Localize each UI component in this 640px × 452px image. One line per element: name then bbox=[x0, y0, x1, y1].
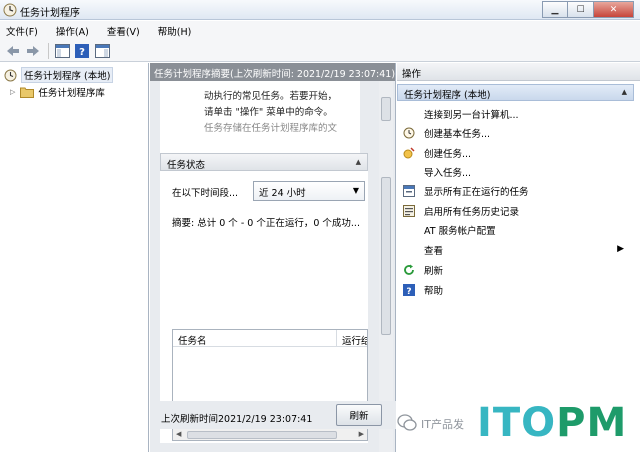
action-label: 显示所有正在运行的任务 bbox=[424, 187, 529, 198]
expand-arrow-icon[interactable]: ▷ bbox=[10, 88, 15, 96]
submenu-arrow-icon: ▶ bbox=[617, 244, 624, 254]
collapse-icon[interactable]: ▲ bbox=[356, 158, 361, 166]
create-task-icon bbox=[403, 147, 415, 159]
window-controls: ▁ ☐ ✕ bbox=[542, 1, 634, 18]
toolbar: ? bbox=[0, 40, 640, 62]
action-label: 启用所有任务历史记录 bbox=[424, 207, 520, 218]
menu-action[interactable]: 操作(A) bbox=[54, 22, 91, 40]
column-header-result[interactable]: 运行结 bbox=[337, 330, 367, 347]
actions-pane: 操作 任务计划程序 (本地) ▲ 连接到另一台计算机... 创建基本任务... … bbox=[397, 63, 640, 452]
summary-description: 动执行的常见任务。若要开始， 请单击 "操作" 菜单中的命令。 任务存储在任务计… bbox=[160, 81, 360, 156]
action-at-service-config[interactable]: AT 服务帐户配置 bbox=[397, 221, 634, 239]
section-title: 任务状态 bbox=[167, 160, 206, 171]
forward-button[interactable] bbox=[24, 42, 42, 60]
history-icon bbox=[403, 205, 415, 217]
group-title: 任务计划程序 (本地) bbox=[404, 90, 491, 101]
task-scheduler-icon bbox=[3, 3, 17, 17]
task-status-header[interactable]: 任务状态 ▲ bbox=[160, 153, 368, 171]
watermark: IT产品发 ITOPM bbox=[393, 398, 640, 452]
tree-node-local[interactable]: 任务计划程序 (本地) bbox=[4, 67, 114, 83]
action-label: 刷新 bbox=[424, 266, 444, 277]
column-header-task-name[interactable]: 任务名 bbox=[173, 330, 337, 347]
task-status-section: 任务状态 ▲ 在以下时间段... 近 24 小时 ▼ 摘要: 总计 0 个 - … bbox=[160, 153, 368, 443]
back-arrow-icon bbox=[7, 45, 19, 56]
menu-view[interactable]: 查看(V) bbox=[105, 22, 142, 40]
action-pane-icon bbox=[94, 43, 110, 58]
action-label: 创建任务... bbox=[424, 149, 472, 160]
watermark-text: IT产品发 bbox=[421, 418, 464, 431]
action-help[interactable]: ? 帮助 bbox=[397, 281, 634, 299]
show-hide-action-pane-button[interactable] bbox=[93, 42, 111, 60]
horizontal-scrollbar[interactable]: ◀ ▶ bbox=[173, 428, 367, 440]
itopm-logo: ITOPM bbox=[477, 400, 628, 446]
action-refresh[interactable]: 刷新 bbox=[397, 261, 634, 279]
running-tasks-icon bbox=[403, 185, 415, 197]
console-tree: 任务计划程序 (本地) ▷ 任务计划程序库 bbox=[0, 63, 149, 452]
action-view[interactable]: 查看 ▶ bbox=[397, 241, 634, 259]
vertical-scrollbar[interactable] bbox=[379, 81, 393, 452]
console-tree-icon bbox=[54, 43, 70, 58]
action-connect-computer[interactable]: 连接到另一台计算机... bbox=[397, 105, 634, 123]
summary-header: 任务计划程序摘要(上次刷新时间: 2021/2/19 23:07:41) bbox=[150, 63, 395, 81]
scroll-right-icon[interactable]: ▶ bbox=[359, 430, 364, 438]
action-label: 连接到另一台计算机... bbox=[424, 110, 519, 121]
action-create-task[interactable]: 创建任务... bbox=[397, 144, 634, 162]
action-show-running-tasks[interactable]: 显示所有正在运行的任务 bbox=[397, 182, 634, 200]
help-icon: ? bbox=[75, 43, 89, 58]
action-label: 帮助 bbox=[424, 286, 444, 297]
last-refresh-label: 上次刷新时间2021/2/19 23:07:41 bbox=[161, 414, 313, 425]
help-toolbar-button[interactable]: ? bbox=[73, 42, 91, 60]
action-import-task[interactable]: 导入任务... bbox=[397, 163, 634, 181]
period-label: 在以下时间段... bbox=[172, 188, 239, 199]
menu-bar: 文件(F) 操作(A) 查看(V) 帮助(H) bbox=[0, 21, 640, 40]
folder-icon bbox=[20, 87, 35, 98]
refresh-icon bbox=[403, 264, 415, 276]
action-label: 查看 bbox=[424, 246, 444, 257]
period-value: 近 24 小时 bbox=[259, 188, 306, 199]
task-scheduler-icon bbox=[4, 69, 17, 81]
back-button[interactable] bbox=[4, 42, 22, 60]
tree-node-label: 任务计划程序 (本地) bbox=[21, 67, 114, 83]
scroll-thumb[interactable] bbox=[187, 431, 337, 439]
action-enable-history[interactable]: 启用所有任务历史记录 bbox=[397, 202, 634, 220]
action-create-basic-task[interactable]: 创建基本任务... bbox=[397, 124, 634, 142]
period-select[interactable]: 近 24 小时 ▼ bbox=[253, 181, 365, 201]
minimize-button[interactable]: ▁ bbox=[542, 1, 568, 18]
close-button[interactable]: ✕ bbox=[594, 1, 634, 18]
menu-help[interactable]: 帮助(H) bbox=[156, 22, 194, 40]
window-title: 任务计划程序 bbox=[20, 8, 80, 19]
menu-file[interactable]: 文件(F) bbox=[4, 22, 40, 40]
action-label: 导入任务... bbox=[424, 168, 472, 179]
toolbar-separator bbox=[48, 42, 49, 59]
svg-text:?: ? bbox=[406, 287, 411, 296]
chevron-down-icon: ▼ bbox=[352, 186, 359, 195]
show-hide-tree-button[interactable] bbox=[53, 42, 71, 60]
title-bar: 任务计划程序 ▁ ☐ ✕ bbox=[0, 0, 640, 20]
svg-text:?: ? bbox=[79, 47, 85, 58]
action-label: 创建基本任务... bbox=[424, 129, 491, 140]
action-label: AT 服务帐户配置 bbox=[424, 226, 496, 237]
summary-footer: 上次刷新时间2021/2/19 23:07:41 刷新 bbox=[150, 401, 396, 429]
scroll-left-icon[interactable]: ◀ bbox=[176, 430, 181, 438]
collapse-icon[interactable]: ▲ bbox=[622, 88, 627, 96]
summary-line: 任务存储在任务计划程序库的文 bbox=[204, 123, 338, 134]
actions-header: 操作 bbox=[397, 63, 640, 81]
forward-arrow-icon bbox=[27, 45, 39, 56]
maximize-button[interactable]: ☐ bbox=[568, 1, 594, 18]
clock-icon bbox=[403, 127, 415, 139]
help-icon: ? bbox=[403, 284, 415, 296]
refresh-button[interactable]: 刷新 bbox=[336, 404, 382, 426]
task-stats: 摘要: 总计 0 个 - 0 个正在运行，0 个成功... bbox=[172, 218, 360, 229]
tree-node-label: 任务计划程序库 bbox=[38, 88, 105, 99]
scroll-thumb[interactable] bbox=[381, 177, 391, 335]
wechat-icon bbox=[397, 414, 417, 431]
scroll-thumb-top[interactable] bbox=[381, 97, 391, 121]
summary-line: 动执行的常见任务。若要开始， bbox=[204, 91, 338, 102]
summary-pane: 任务计划程序摘要(上次刷新时间: 2021/2/19 23:07:41) 动执行… bbox=[150, 63, 396, 452]
summary-line: 请单击 "操作" 菜单中的命令。 bbox=[204, 107, 333, 118]
actions-group-header[interactable]: 任务计划程序 (本地) ▲ bbox=[397, 84, 634, 101]
tree-node-library[interactable]: ▷ 任务计划程序库 bbox=[10, 84, 105, 100]
